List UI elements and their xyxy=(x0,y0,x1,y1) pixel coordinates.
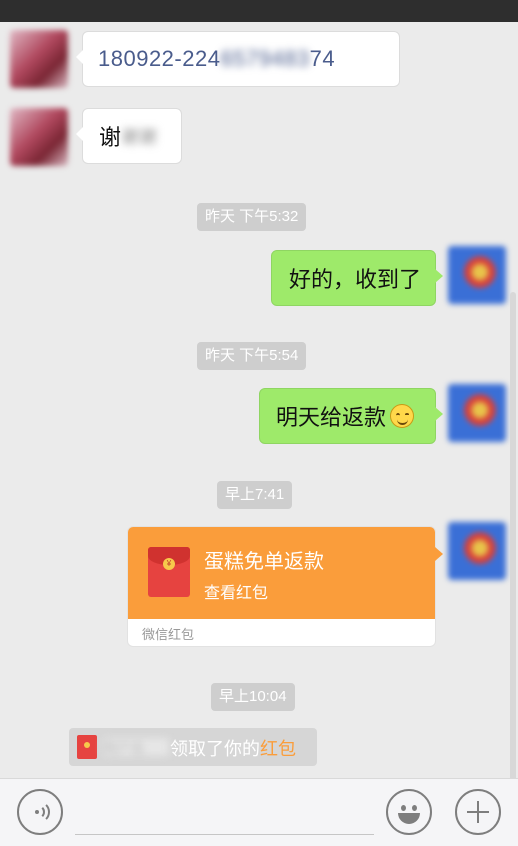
timestamp: 早上7:41 xyxy=(217,481,293,509)
red-packet-title: 蛋糕免单返款 xyxy=(204,551,324,573)
voice-icon[interactable] xyxy=(17,789,63,835)
chat-area[interactable]: 180922-224 6579483 74 谢谢谢 昨天 下午5:32 好的，收到了… xyxy=(0,22,518,778)
message-text-blurred: 6579483 xyxy=(220,46,310,71)
timestamp: 昨天 下午5:54 xyxy=(197,342,307,370)
contact-avatar[interactable] xyxy=(10,108,68,166)
red-packet-header[interactable]: ¥ 蛋糕免单返款 查看红包 xyxy=(128,527,443,619)
system-notice-message: 领取了你的 xyxy=(170,739,260,759)
message-text: 明天给返款 xyxy=(276,405,387,430)
smile-emoji-icon xyxy=(390,404,415,428)
red-packet-footer: 微信红包 xyxy=(142,627,195,642)
red-packet-icon: ¥ xyxy=(148,547,190,597)
message-input[interactable] xyxy=(75,791,374,835)
plus-icon[interactable] xyxy=(455,789,501,835)
system-notice: 用户名 领取了你的红包 xyxy=(69,728,317,766)
input-bar xyxy=(0,778,518,846)
scrollbar[interactable] xyxy=(510,292,516,778)
message-bubble[interactable]: 谢谢谢 xyxy=(76,108,182,164)
my-avatar[interactable] xyxy=(448,522,506,580)
my-avatar[interactable] xyxy=(448,384,506,442)
message-text-blurred: 谢谢 xyxy=(121,127,158,147)
message-bubble[interactable]: 明天给返款 xyxy=(259,388,443,444)
message-bubble[interactable]: 好的，收到了 xyxy=(271,250,443,306)
contact-avatar[interactable] xyxy=(10,30,68,88)
red-packet-link[interactable]: 红包 xyxy=(260,739,296,759)
timestamp: 昨天 下午5:32 xyxy=(197,203,307,231)
message-text: 180922-224 xyxy=(98,46,221,71)
my-avatar[interactable] xyxy=(448,246,506,304)
red-packet-message[interactable]: ¥ 蛋糕免单返款 查看红包 微信红包 xyxy=(127,526,443,647)
status-bar xyxy=(0,0,518,22)
red-packet-small-icon xyxy=(77,735,97,759)
message-text-tail: 74 xyxy=(309,46,336,71)
red-packet-subtitle: 查看红包 xyxy=(204,585,269,602)
timestamp: 早上10:04 xyxy=(211,683,295,711)
system-notice-text: 领取了你的红包 xyxy=(170,735,296,761)
message-bubble[interactable]: 180922-224 6579483 74 xyxy=(76,31,400,87)
emoji-icon[interactable] xyxy=(386,789,432,835)
message-text: 好的，收到了 xyxy=(289,267,422,292)
blurred-username: 用户名 xyxy=(103,738,169,756)
message-text: 谢 xyxy=(99,125,122,150)
